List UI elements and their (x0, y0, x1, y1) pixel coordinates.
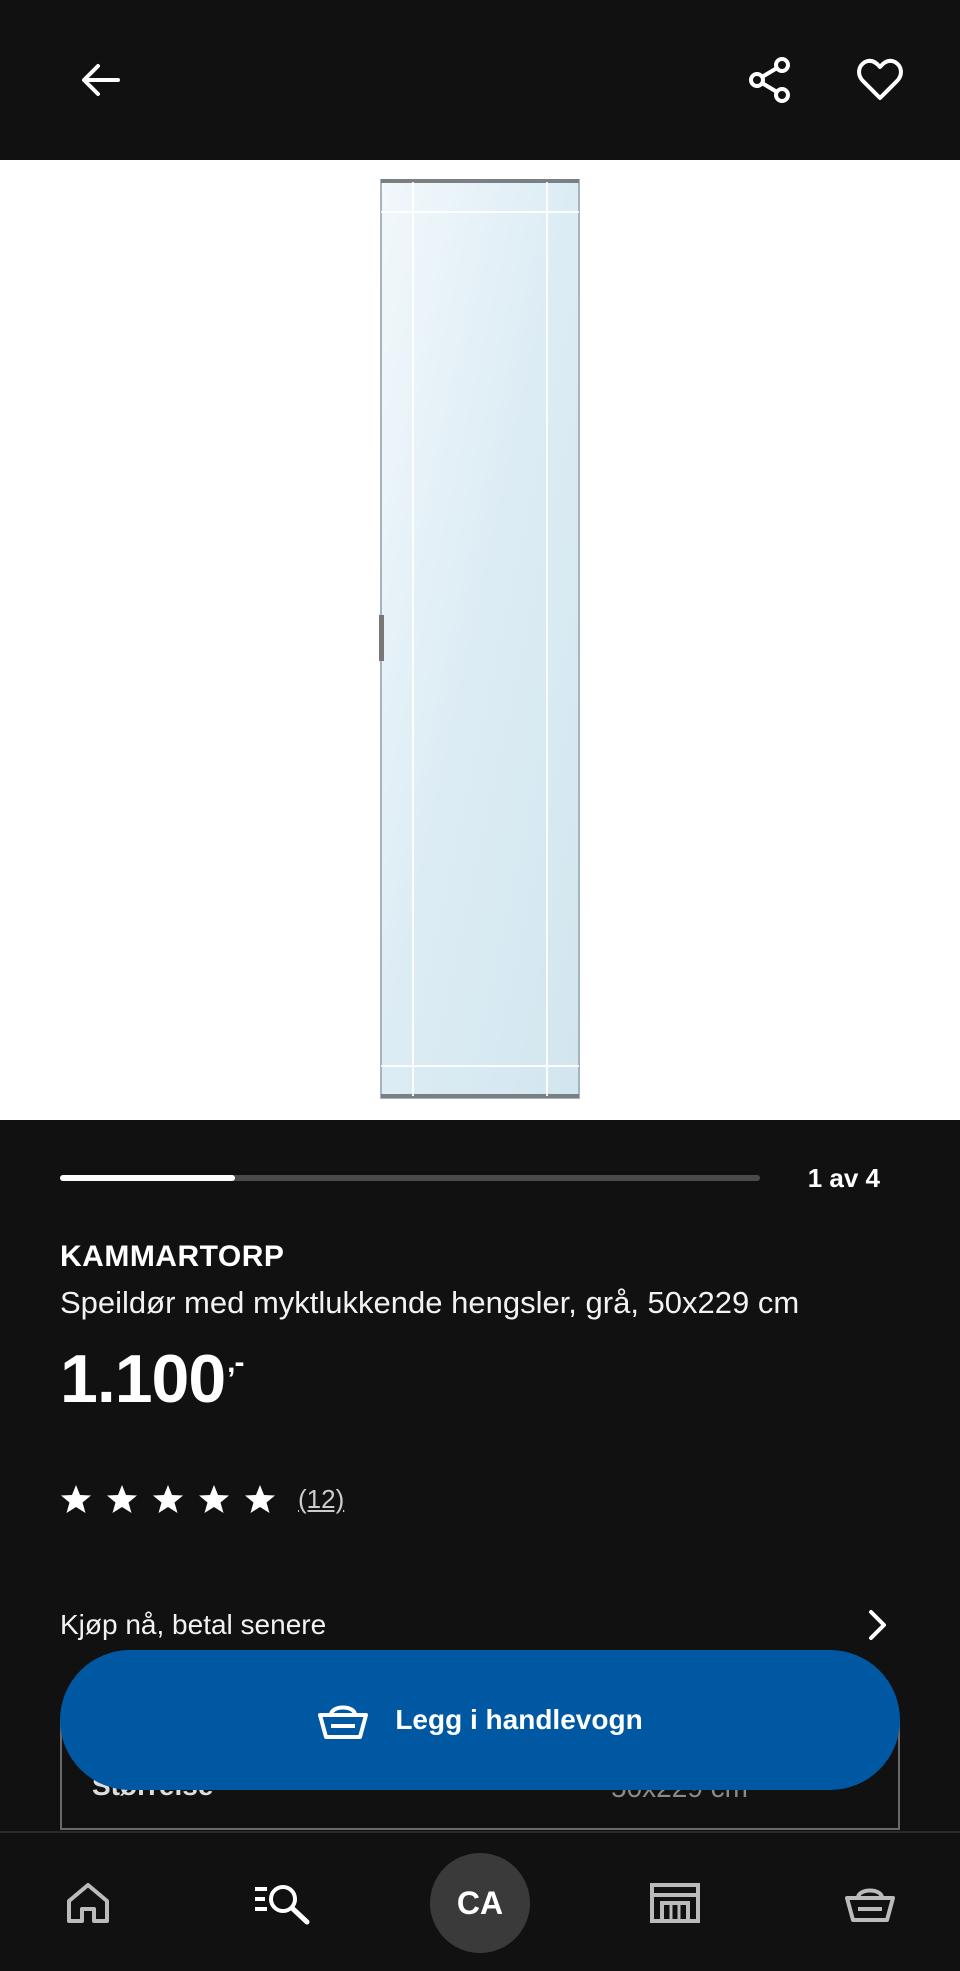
share-button[interactable] (730, 40, 810, 120)
nav-stores[interactable] (615, 1833, 735, 1971)
product-price: 1.100,- (60, 1340, 245, 1418)
avatar: CA (430, 1853, 530, 1953)
home-icon (67, 1883, 109, 1923)
star-icon (107, 1485, 137, 1513)
top-bar (0, 0, 960, 160)
star-icon (153, 1485, 183, 1513)
image-carousel-progress (60, 1175, 760, 1181)
product-name: KAMMARTORP (60, 1240, 285, 1273)
rating-stars (60, 1483, 290, 1515)
bottom-navigation: CA (0, 1831, 960, 1971)
price-value: 1.100 (60, 1341, 226, 1417)
arrow-left-icon (82, 64, 120, 96)
add-to-cart-button[interactable]: Legg i handlevogn (60, 1650, 900, 1790)
star-icon (61, 1485, 91, 1513)
nav-cart[interactable] (810, 1833, 930, 1971)
review-count-link[interactable]: (12) (298, 1484, 344, 1515)
nav-home[interactable] (28, 1833, 148, 1971)
carousel-progress-fill (60, 1175, 235, 1181)
search-icon (255, 1885, 310, 1925)
bnpl-label: Kjøp nå, betal senere (60, 1609, 327, 1640)
product-image-area[interactable] (0, 160, 960, 1120)
share-icon (749, 57, 790, 103)
store-icon (650, 1883, 700, 1923)
heart-icon (857, 58, 903, 100)
buy-now-pay-later-row[interactable]: Kjøp nå, betal senere (60, 1600, 890, 1650)
star-icon (245, 1485, 275, 1513)
star-icon (199, 1485, 229, 1513)
product-image-mirror-door (379, 179, 580, 1099)
basket-icon (318, 1705, 369, 1739)
favourite-button[interactable] (840, 40, 920, 120)
cart-icon (845, 1888, 895, 1922)
price-suffix: ,- (227, 1346, 244, 1379)
chevron-right-icon (869, 1610, 886, 1640)
product-rating[interactable]: (12) (60, 1483, 344, 1515)
back-button[interactable] (60, 40, 140, 120)
carousel-counter: 1 av 4 (807, 1163, 880, 1193)
nav-profile[interactable]: CA (420, 1833, 540, 1971)
product-description: Speildør med myktlukkende hengsler, grå,… (60, 1285, 800, 1320)
add-to-cart-label: Legg i handlevogn (395, 1704, 643, 1735)
nav-search[interactable] (222, 1833, 342, 1971)
